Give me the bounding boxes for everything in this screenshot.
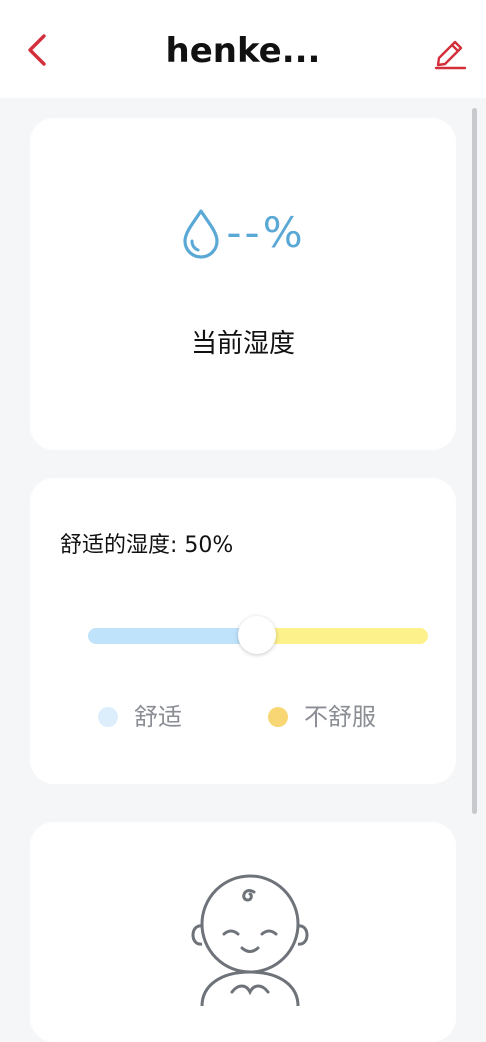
baby-face-illustration bbox=[191, 874, 309, 1006]
current-humidity-card: --% 当前湿度 bbox=[30, 118, 456, 450]
humidity-readout: --% bbox=[30, 198, 456, 268]
water-drop-icon bbox=[183, 209, 219, 259]
comfort-humidity-card: 舒适的湿度: 50% 舒适 不舒服 bbox=[30, 478, 456, 784]
slider-thumb[interactable] bbox=[238, 616, 276, 654]
slider-track-comfortable bbox=[88, 628, 263, 644]
header-bar: henke... bbox=[0, 0, 486, 98]
comfort-humidity-title: 舒适的湿度: 50% bbox=[60, 533, 234, 558]
chevron-left-icon bbox=[28, 34, 46, 66]
legend-item-uncomfortable: 不舒服 bbox=[268, 700, 376, 734]
legend-item-comfortable: 舒适 bbox=[98, 700, 182, 734]
legend-label-comfortable: 舒适 bbox=[134, 703, 182, 731]
scrollbar[interactable] bbox=[472, 108, 477, 814]
back-button[interactable] bbox=[22, 30, 54, 70]
legend-label-uncomfortable: 不舒服 bbox=[304, 703, 376, 731]
humidity-value: --% bbox=[226, 208, 306, 257]
page-title: henke... bbox=[165, 31, 321, 71]
edit-button[interactable] bbox=[430, 32, 470, 72]
baby-status-card bbox=[30, 822, 456, 1042]
slider-track-uncomfortable bbox=[258, 628, 428, 644]
humidity-label: 当前湿度 bbox=[190, 329, 295, 359]
legend-dot-comfortable bbox=[98, 707, 118, 727]
edit-pencil-icon bbox=[434, 40, 467, 70]
comfort-humidity-slider[interactable] bbox=[88, 614, 428, 658]
legend-dot-uncomfortable bbox=[268, 707, 288, 727]
